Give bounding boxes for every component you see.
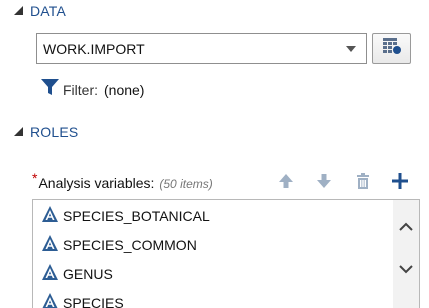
collapse-triangle-icon [14,2,23,20]
data-section-header[interactable]: DATA [14,2,66,20]
character-variable-icon [41,205,59,226]
list-item[interactable]: SPECIES [41,292,124,308]
trash-icon [354,172,372,195]
list-item[interactable]: SPECIES_BOTANICAL [41,205,210,226]
character-variable-icon [41,263,59,284]
roles-section-header[interactable]: ROLES [14,123,78,141]
data-section-title: DATA [30,3,67,19]
item-count: (50 items) [159,177,213,191]
table-grid-icon [382,37,402,60]
variable-name: SPECIES_BOTANICAL [63,207,210,224]
plus-icon [391,172,409,195]
variable-name: GENUS [63,265,113,282]
collapse-triangle-icon [14,123,23,141]
select-table-button[interactable] [372,33,411,64]
character-variable-icon [41,292,59,308]
list-item[interactable]: SPECIES_COMMON [41,234,197,255]
scrollbar[interactable] [393,200,419,308]
analysis-variables-list[interactable]: SPECIES_BOTANICAL SPECIES_COMMON GENUS S… [32,199,420,308]
dataset-select[interactable]: WORK.IMPORT [36,33,367,64]
filter-label: Filter: [63,81,98,98]
remove-button[interactable] [353,172,373,195]
move-down-button[interactable] [314,173,334,193]
variable-name: SPECIES [63,294,124,308]
analysis-variables-label: Analysis variables: [38,175,155,191]
dataset-select-value: WORK.IMPORT [43,40,145,57]
character-variable-icon [41,234,59,255]
filter-row[interactable]: Filter: (none) [40,77,144,102]
chevron-down-icon[interactable] [399,262,413,276]
arrow-down-icon [316,173,332,194]
roles-section-title: ROLES [30,124,79,140]
required-marker: * [32,170,38,186]
variable-name: SPECIES_COMMON [63,236,197,253]
analysis-variables-label-row: * Analysis variables: (50 items) [32,170,213,191]
arrow-up-icon [278,173,294,194]
add-variable-button[interactable] [390,172,410,195]
filter-funnel-icon [40,77,60,102]
chevron-down-icon [346,45,356,52]
list-item[interactable]: GENUS [41,263,113,284]
move-up-button[interactable] [276,173,296,193]
filter-value: (none) [104,81,145,98]
chevron-up-icon[interactable] [399,220,413,234]
